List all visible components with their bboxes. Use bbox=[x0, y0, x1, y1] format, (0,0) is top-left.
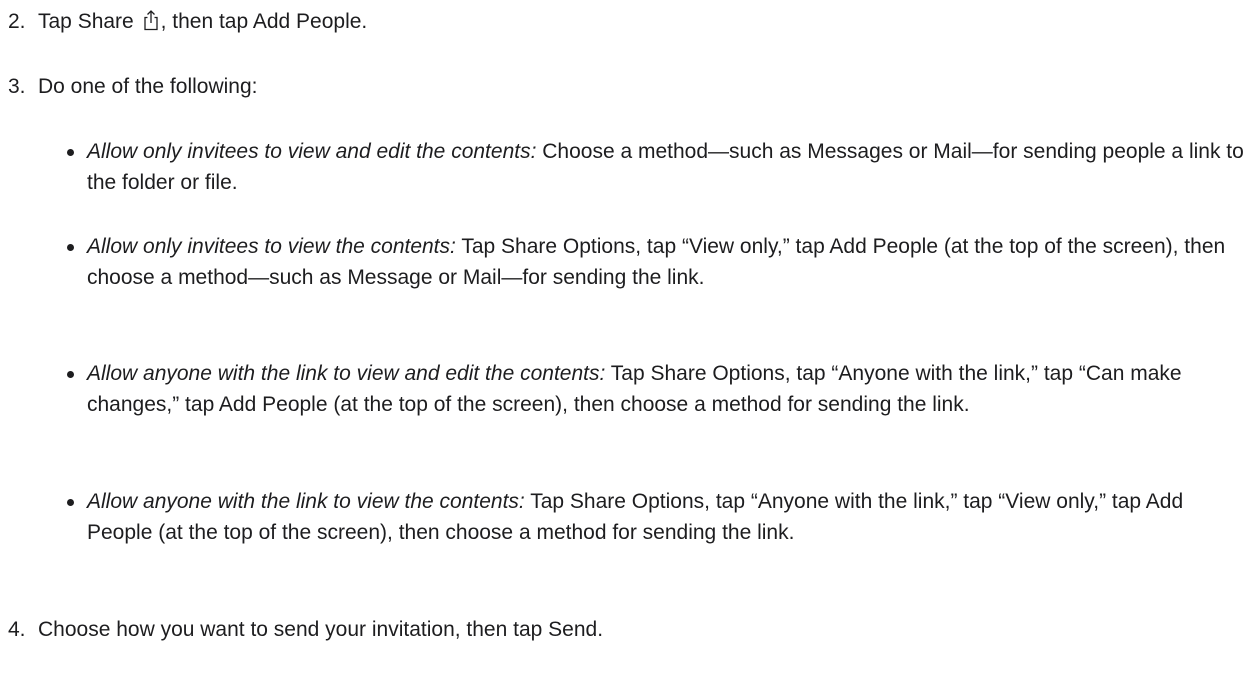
option-lead: Allow only invitees to view the contents… bbox=[87, 235, 456, 258]
option-text: Allow anyone with the link to view the c… bbox=[87, 486, 1246, 548]
option-text: Allow only invitees to view and edit the… bbox=[87, 136, 1246, 198]
bullet-dot bbox=[66, 136, 87, 198]
step-text: Do one of the following: bbox=[38, 75, 258, 98]
option-lead: Allow anyone with the link to view the c… bbox=[87, 490, 525, 513]
step-2: 2. Tap Share , then tap Add People. bbox=[8, 6, 1238, 37]
option-item-1: Allow only invitees to view and edit the… bbox=[66, 136, 1246, 198]
share-icon bbox=[143, 10, 158, 31]
option-item-2: Allow only invitees to view the contents… bbox=[66, 231, 1246, 293]
step-4: 4. Choose how you want to send your invi… bbox=[8, 614, 1238, 645]
option-lead: Allow anyone with the link to view and e… bbox=[87, 362, 606, 385]
bullet-dot bbox=[66, 358, 87, 420]
option-text: Allow only invitees to view the contents… bbox=[87, 231, 1246, 293]
option-item-3: Allow anyone with the link to view and e… bbox=[66, 358, 1246, 420]
bullet-dot bbox=[66, 231, 87, 293]
step-number: 4. bbox=[8, 618, 26, 641]
option-lead: Allow only invitees to view and edit the… bbox=[87, 140, 537, 163]
step-text: Tap Share , then tap Add People. bbox=[38, 10, 368, 33]
bullet-dot bbox=[66, 486, 87, 548]
option-item-4: Allow anyone with the link to view the c… bbox=[66, 486, 1246, 548]
option-text: Allow anyone with the link to view and e… bbox=[87, 358, 1246, 420]
step-number: 2. bbox=[8, 10, 26, 33]
step-number: 3. bbox=[8, 75, 26, 98]
instructions-page: 2. Tap Share , then tap Add People. 3. D… bbox=[0, 0, 1251, 683]
step-3: 3. Do one of the following: bbox=[8, 71, 1238, 102]
step-text: Choose how you want to send your invitat… bbox=[38, 618, 604, 641]
